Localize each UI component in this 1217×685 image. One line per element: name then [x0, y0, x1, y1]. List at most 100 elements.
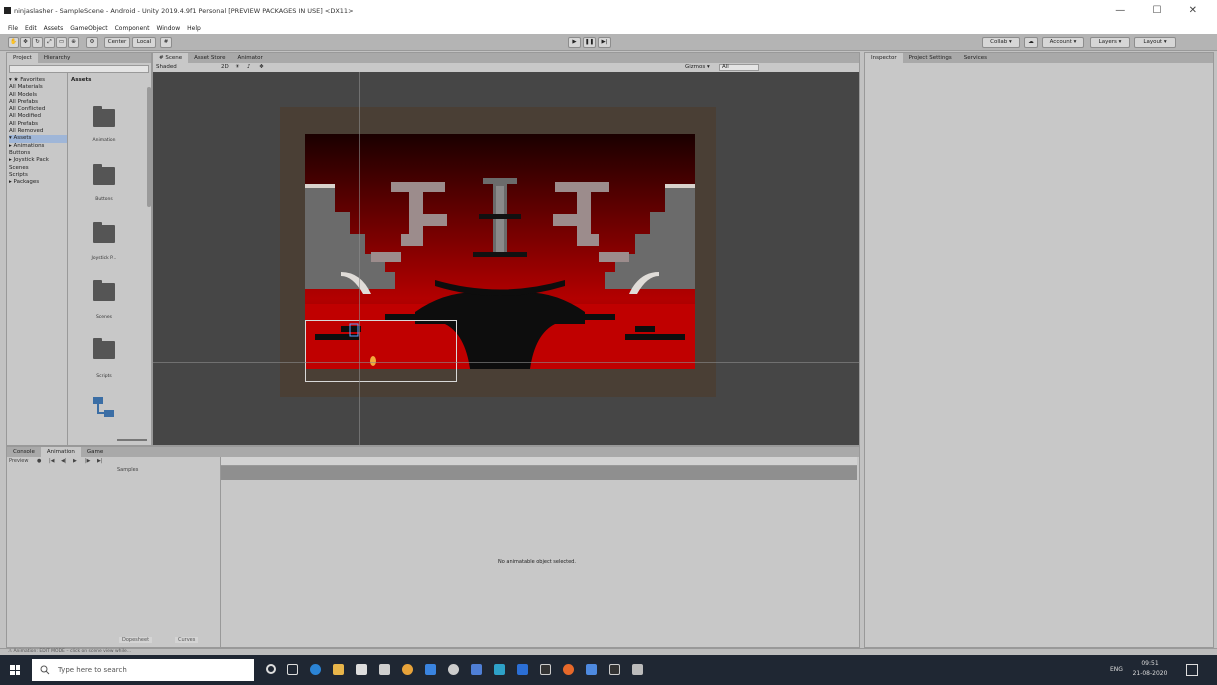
grid-snap-button[interactable]: #: [160, 37, 172, 48]
account-button[interactable]: Account ▾: [1042, 37, 1084, 48]
gizmos-dropdown[interactable]: Gizmos ▾: [685, 63, 710, 72]
folder-icon[interactable]: [93, 280, 115, 301]
center-toggle[interactable]: Center: [104, 37, 130, 48]
scale-tool-button[interactable]: ⤢: [44, 37, 55, 48]
tree-item[interactable]: ▸ Joystick Pack: [9, 157, 67, 164]
folder-icon[interactable]: [93, 106, 115, 127]
vscode-icon[interactable]: [425, 664, 436, 675]
tab-game[interactable]: Game: [81, 447, 109, 457]
app-icon[interactable]: [632, 664, 643, 675]
project-search-input[interactable]: [9, 65, 149, 73]
tab-animation[interactable]: Animation: [40, 447, 81, 457]
timeline-event-bar[interactable]: [221, 466, 857, 480]
menu-edit[interactable]: Edit: [25, 25, 37, 32]
preview-toggle[interactable]: Preview: [9, 458, 28, 464]
tab-console[interactable]: Console: [7, 447, 41, 457]
move-tool-button[interactable]: ✥: [20, 37, 31, 48]
tree-item[interactable]: All Removed: [9, 128, 67, 135]
language-indicator[interactable]: ENG: [1110, 666, 1123, 673]
next-key-button[interactable]: |▶: [85, 458, 91, 464]
curves-tab[interactable]: Curves: [175, 637, 199, 643]
firefox-icon[interactable]: [563, 664, 574, 675]
tree-item[interactable]: All Prefabs: [9, 99, 67, 106]
tab-animator[interactable]: Animator: [231, 53, 268, 63]
timeline-ruler[interactable]: [221, 457, 857, 466]
animator-controller-icon[interactable]: [91, 395, 117, 421]
play-anim-button[interactable]: ▶: [73, 458, 77, 464]
edge-icon[interactable]: [310, 664, 321, 675]
tree-item[interactable]: All Modified: [9, 113, 67, 120]
window-controls[interactable]: — ☐ ✕: [1115, 5, 1209, 16]
app-icon[interactable]: [586, 664, 597, 675]
chrome-icon[interactable]: [402, 664, 413, 675]
tab-project[interactable]: Project: [7, 53, 38, 63]
last-key-button[interactable]: ▶|: [97, 458, 103, 464]
menu-file[interactable]: File: [8, 25, 18, 32]
audio-icon[interactable]: ♪: [247, 63, 251, 72]
shading-mode-dropdown[interactable]: Shaded: [156, 63, 177, 72]
step-button[interactable]: ▶|: [598, 37, 611, 48]
scene-search-input[interactable]: All: [719, 64, 759, 71]
rect-tool-button[interactable]: ▭: [56, 37, 67, 48]
folder-icon[interactable]: [93, 222, 115, 243]
tree-item[interactable]: All Prefabs: [9, 121, 67, 128]
menu-component[interactable]: Component: [115, 25, 150, 32]
tree-item[interactable]: Scenes: [9, 165, 67, 172]
tree-item[interactable]: All Materials: [9, 84, 67, 91]
menu-help[interactable]: Help: [187, 25, 201, 32]
tab-scene[interactable]: # Scene: [153, 53, 189, 63]
app-icon[interactable]: [448, 664, 459, 675]
local-toggle[interactable]: Local: [132, 37, 156, 48]
transform-tool-button[interactable]: ⊕: [68, 37, 79, 48]
taskbar-search-input[interactable]: Type here to search: [32, 659, 254, 681]
tree-item[interactable]: ▾ ★ Favorites: [9, 77, 67, 84]
clock-time[interactable]: 09:51: [1132, 660, 1168, 667]
unity-hub-icon[interactable]: [540, 664, 551, 675]
tab-asset-store[interactable]: Asset Store: [188, 53, 231, 63]
pause-button[interactable]: ❚❚: [583, 37, 596, 48]
project-scrollbar[interactable]: [147, 87, 151, 207]
layout-dropdown[interactable]: Layout ▾: [1134, 37, 1176, 48]
scene-viewport[interactable]: [153, 72, 859, 445]
play-button[interactable]: ▶: [568, 37, 581, 48]
mail-icon[interactable]: [379, 664, 390, 675]
unity-icon[interactable]: [609, 664, 620, 675]
tree-item[interactable]: ▸ Animations: [9, 143, 67, 150]
tree-item[interactable]: All Models: [9, 92, 67, 99]
lighting-icon[interactable]: ☀: [235, 63, 240, 72]
store-icon[interactable]: [356, 664, 367, 675]
file-explorer-icon[interactable]: [333, 664, 344, 675]
prev-key-button[interactable]: ◀|: [61, 458, 67, 464]
hand-tool-button[interactable]: ✋: [8, 37, 19, 48]
tab-hierarchy[interactable]: Hierarchy: [38, 53, 77, 63]
first-key-button[interactable]: |◀: [49, 458, 55, 464]
zoom-slider[interactable]: [117, 439, 147, 441]
2d-toggle[interactable]: 2D: [221, 63, 229, 72]
task-view-icon[interactable]: [287, 664, 298, 675]
dopesheet-tab[interactable]: Dopesheet: [119, 637, 153, 643]
menu-gameobject[interactable]: GameObject: [70, 25, 107, 32]
start-button[interactable]: [10, 665, 20, 675]
tree-item[interactable]: ▸ Packages: [9, 179, 67, 186]
custom-tool-button[interactable]: ⚙: [86, 37, 98, 48]
tree-item[interactable]: All Conflicted: [9, 106, 67, 113]
effects-icon[interactable]: ❖: [259, 63, 264, 72]
rotate-tool-button[interactable]: ↻: [32, 37, 43, 48]
cloud-icon[interactable]: ☁: [1024, 37, 1038, 48]
folder-icon[interactable]: [93, 164, 115, 185]
tree-item[interactable]: Scripts: [9, 172, 67, 179]
clock-date[interactable]: 21-08-2020: [1132, 670, 1168, 677]
tab-services[interactable]: Services: [958, 53, 993, 63]
collab-button[interactable]: Collab ▾: [982, 37, 1020, 48]
tree-item[interactable]: Buttons: [9, 150, 67, 157]
tab-inspector[interactable]: Inspector: [865, 53, 903, 63]
record-button[interactable]: ●: [37, 458, 41, 464]
layers-dropdown[interactable]: Layers ▾: [1090, 37, 1130, 48]
folder-icon[interactable]: [93, 338, 115, 359]
notifications-icon[interactable]: [1186, 664, 1198, 676]
menu-window[interactable]: Window: [156, 25, 180, 32]
tree-divider[interactable]: [67, 73, 68, 445]
word-icon[interactable]: [471, 664, 482, 675]
cortana-icon[interactable]: [266, 664, 276, 674]
app-icon[interactable]: [517, 664, 528, 675]
